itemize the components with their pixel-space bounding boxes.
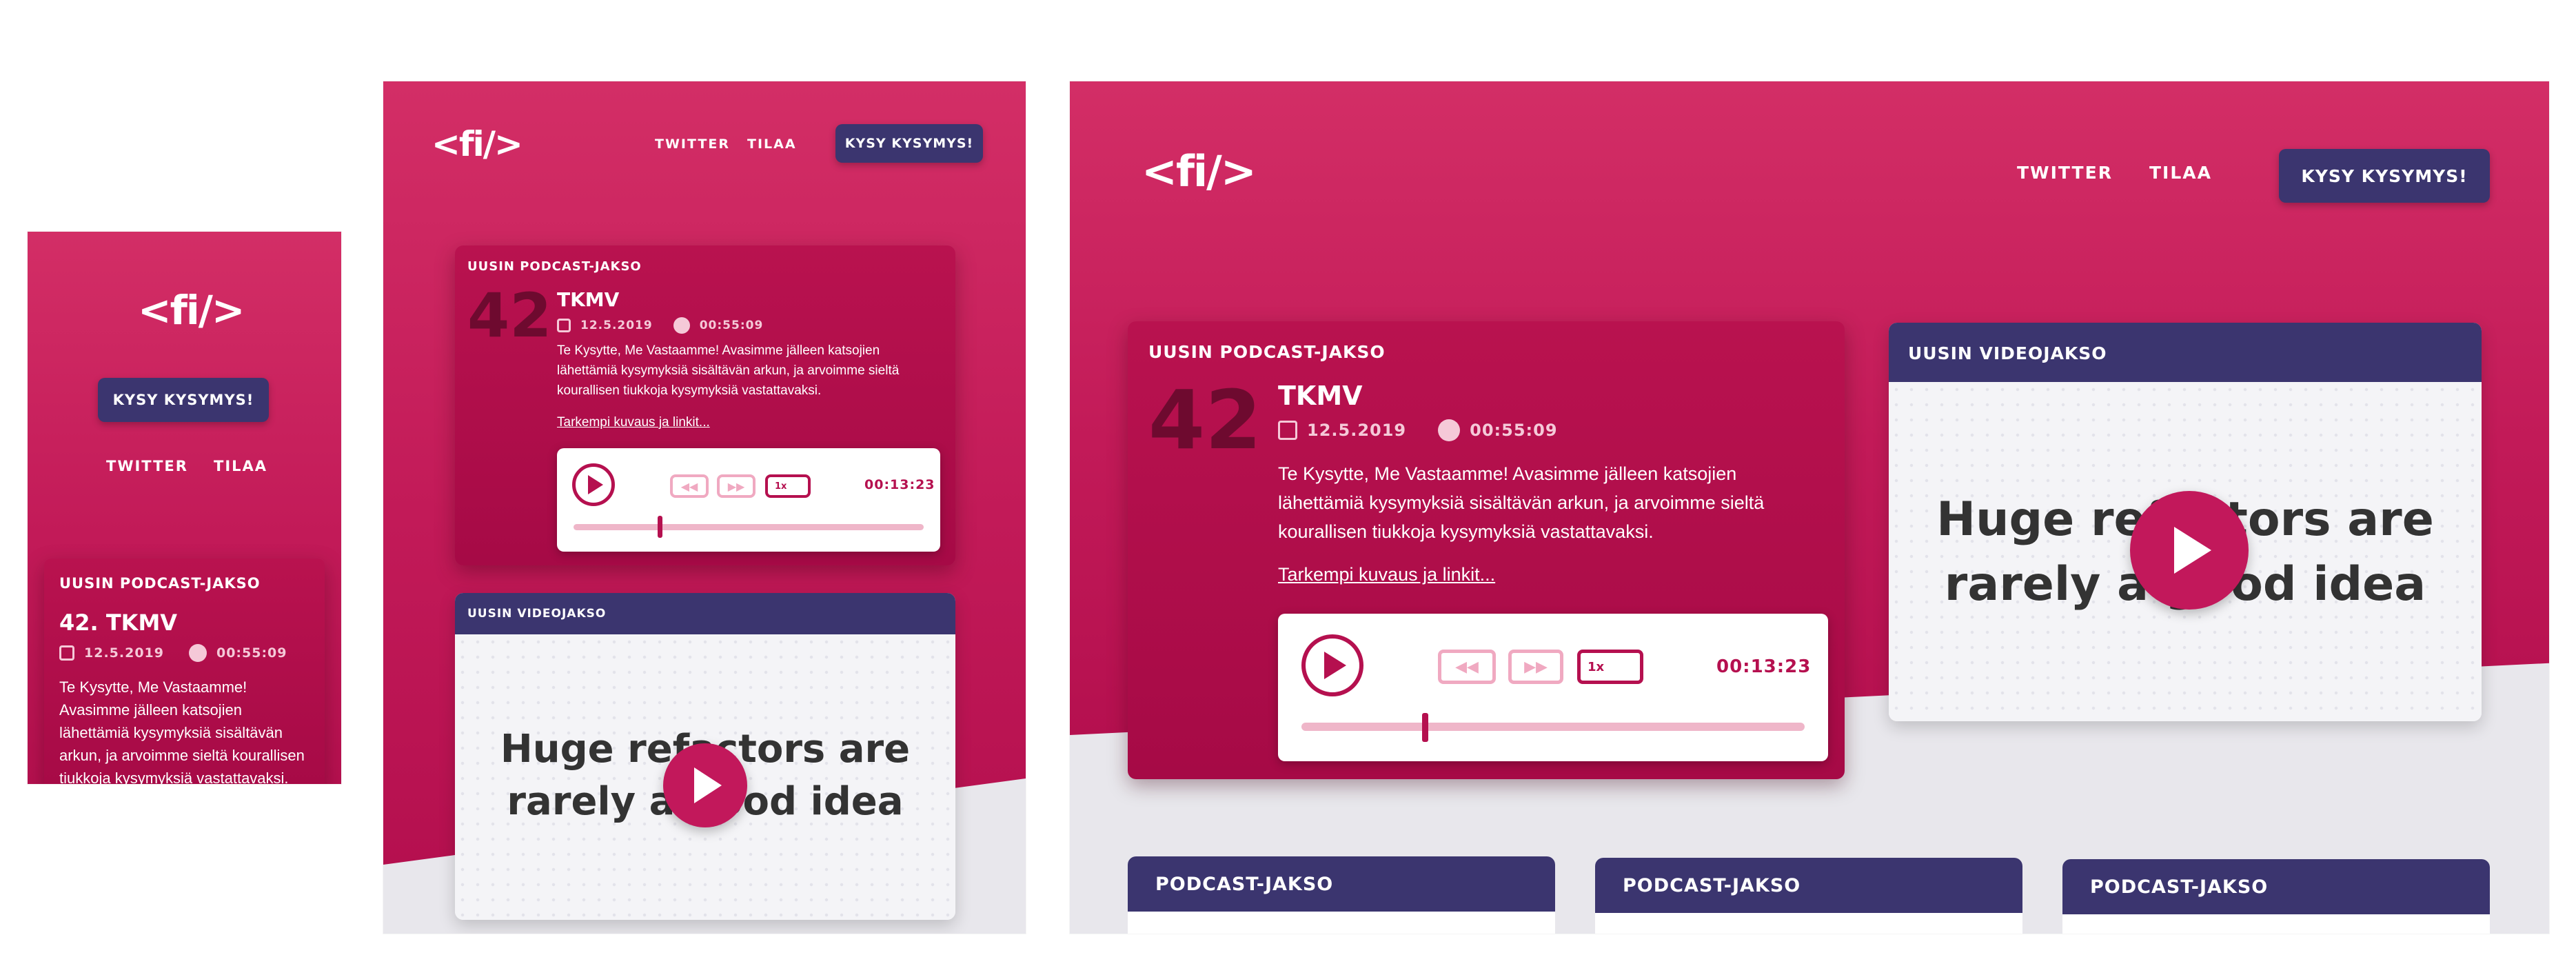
tablet-preview: <fi/> TWITTER TILAA KYSY KYSYMYS! UUSIN … (383, 81, 1026, 934)
video-play-button[interactable] (663, 743, 747, 827)
episode-number: 42 (467, 280, 552, 351)
episode-date: 12.5.2019 (84, 645, 164, 661)
play-button[interactable] (1301, 634, 1363, 696)
episode-title[interactable]: TKMV (1278, 381, 1363, 411)
latest-podcast-card: UUSIN PODCAST-JAKSO 42 TKMV 12.5.2019 00… (455, 245, 955, 565)
twitter-link[interactable]: TWITTER (655, 137, 730, 152)
audio-player: ◀◀ ▶▶ 1x 00:13:23 (557, 448, 940, 552)
progress-track[interactable] (574, 524, 924, 530)
twitter-link[interactable]: TWITTER (2017, 163, 2113, 183)
episode-list-label: PODCAST-JAKSO (1155, 873, 1334, 895)
progress-handle[interactable] (1422, 713, 1429, 742)
play-icon (694, 767, 722, 803)
subscribe-link[interactable]: TILAA (214, 458, 267, 474)
current-time: 00:13:23 (864, 477, 935, 492)
latest-podcast-card: UUSIN PODCAST-JAKSO 42. TKMV 12.5.2019 0… (44, 559, 325, 784)
episode-duration: 00:55:09 (699, 319, 764, 332)
card-label: UUSIN PODCAST-JAKSO (59, 575, 261, 592)
episode-description: Te Kysytte, Me Vastaamme! Avasimme jälle… (1278, 463, 1765, 542)
site-logo[interactable]: <fi/> (1142, 146, 1257, 197)
play-icon (587, 475, 603, 494)
rewind-button[interactable]: ◀◀ (670, 474, 709, 498)
episode-list-item[interactable]: PODCAST-JAKSO (2062, 859, 2490, 934)
rewind-button[interactable]: ◀◀ (1438, 650, 1496, 684)
clock-icon (673, 317, 690, 334)
episode-meta: 12.5.2019 00:55:09 (1278, 419, 1558, 441)
episode-title[interactable]: TKMV (557, 288, 619, 311)
episode-meta: 12.5.2019 00:55:09 (59, 644, 287, 662)
card-label: UUSIN VIDEOJAKSO (1908, 343, 2107, 363)
play-icon (1324, 652, 1346, 679)
more-info-link[interactable]: Tarkempi kuvaus ja linkit... (1278, 564, 1495, 585)
episode-list-header: PODCAST-JAKSO (1595, 858, 2022, 913)
episode-list-header: PODCAST-JAKSO (2062, 859, 2490, 914)
card-label: UUSIN PODCAST-JAKSO (467, 259, 642, 274)
episode-number: 42 (1148, 372, 1262, 468)
site-logo[interactable]: <fi/> (432, 124, 523, 164)
subscribe-link[interactable]: TILAA (747, 137, 797, 152)
episode-description: Te Kysytte, Me Vastaamme! Avasimme jälle… (557, 343, 900, 398)
twitter-link[interactable]: TWITTER (106, 458, 188, 474)
episode-description: Te Kysytte, Me Vastaamme! Avasimme jälle… (59, 679, 305, 784)
episode-date: 12.5.2019 (1307, 421, 1407, 440)
episode-list-item[interactable]: PODCAST-JAKSO (1128, 856, 1555, 934)
video-card-header: UUSIN VIDEOJAKSO (455, 593, 955, 634)
calendar-icon (557, 319, 571, 332)
ask-question-button[interactable]: KYSY KYSYMYS! (98, 378, 269, 422)
video-play-button[interactable] (2130, 491, 2249, 610)
episode-duration: 00:55:09 (216, 645, 287, 661)
ask-question-button[interactable]: KYSY KYSYMYS! (835, 124, 983, 163)
current-time: 00:13:23 (1716, 656, 1812, 677)
subscribe-link[interactable]: TILAA (2149, 163, 2212, 183)
card-label: UUSIN VIDEOJAKSO (467, 607, 607, 621)
episode-list-label: PODCAST-JAKSO (2090, 876, 2269, 898)
episode-title[interactable]: 42. TKMV (59, 610, 177, 636)
progress-track[interactable] (1301, 723, 1805, 731)
ask-question-button[interactable]: KYSY KYSYMYS! (2279, 149, 2490, 203)
progress-handle[interactable] (657, 516, 662, 538)
speed-button[interactable]: 1x (765, 474, 811, 498)
clock-icon (1438, 419, 1461, 441)
episode-list-item[interactable]: PODCAST-JAKSO (1595, 858, 2022, 934)
audio-player: ◀◀ ▶▶ 1x 00:13:23 (1278, 614, 1828, 761)
episode-list-header: PODCAST-JAKSO (1128, 856, 1555, 912)
forward-button[interactable]: ▶▶ (1508, 650, 1563, 684)
video-card-header: UUSIN VIDEOJAKSO (1889, 323, 2482, 382)
episode-date: 12.5.2019 (580, 319, 653, 332)
latest-video-card: UUSIN VIDEOJAKSO Huge refactors are rare… (1889, 323, 2482, 721)
episode-meta: 12.5.2019 00:55:09 (557, 317, 763, 334)
play-icon (2174, 527, 2211, 574)
forward-button[interactable]: ▶▶ (717, 474, 755, 498)
calendar-icon (1278, 421, 1297, 440)
clock-icon (188, 644, 207, 662)
card-label: UUSIN PODCAST-JAKSO (1148, 342, 1386, 362)
play-button[interactable] (572, 463, 615, 506)
desktop-preview: <fi/> TWITTER TILAA KYSY KYSYMYS! UUSIN … (1070, 81, 2549, 934)
calendar-icon (59, 645, 74, 661)
mobile-preview: <fi/> KYSY KYSYMYS! TWITTER TILAA UUSIN … (28, 232, 341, 784)
latest-podcast-card: UUSIN PODCAST-JAKSO 42 TKMV 12.5.2019 00… (1128, 321, 1845, 779)
site-logo[interactable]: <fi/> (138, 287, 245, 334)
episode-duration: 00:55:09 (1470, 421, 1558, 440)
latest-video-card: UUSIN VIDEOJAKSO Huge refactors are rare… (455, 593, 955, 920)
more-info-link[interactable]: Tarkempi kuvaus ja linkit... (557, 415, 710, 430)
episode-list-label: PODCAST-JAKSO (1623, 874, 1801, 896)
speed-button[interactable]: 1x (1577, 650, 1643, 684)
